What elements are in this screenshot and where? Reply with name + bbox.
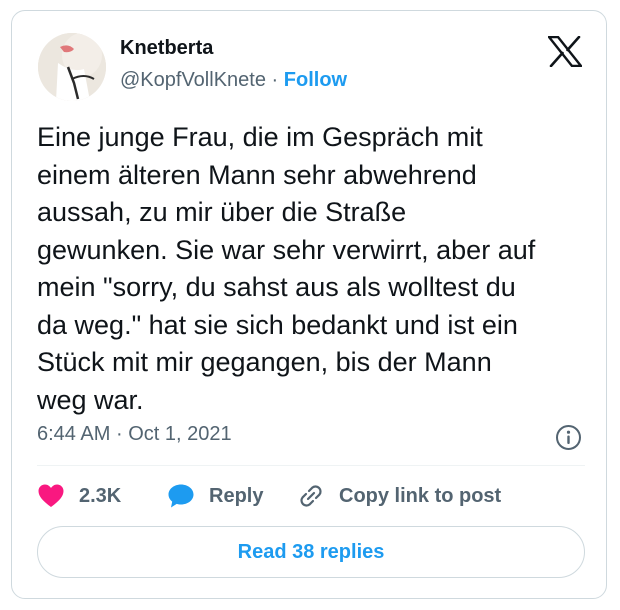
tweet-timestamp[interactable]: 6:44 AM · Oct 1, 2021	[37, 423, 232, 446]
tweet-time: 6:44 AM	[37, 423, 111, 445]
reply-button[interactable]: Reply	[167, 481, 263, 511]
heart-icon	[38, 484, 64, 507]
follow-button[interactable]: Follow	[284, 69, 347, 91]
avatar-image	[38, 33, 106, 101]
avatar[interactable]	[38, 33, 106, 101]
handle-separator: ·	[271, 69, 279, 91]
author-handle-row: @KopfVollKnete · Follow	[120, 69, 347, 92]
info-icon[interactable]	[555, 424, 582, 451]
like-count: 2.3K	[79, 484, 122, 507]
copy-link-label: Copy link to post	[339, 484, 502, 507]
author-handle[interactable]: @KopfVollKnete	[120, 69, 266, 91]
like-button[interactable]: 2.3K	[37, 481, 121, 511]
x-logo-icon[interactable]	[548, 36, 582, 67]
speech-bubble-icon	[168, 484, 194, 508]
tweet-text: Eine junge Frau, die im Gespräch mit ein…	[37, 122, 536, 415]
copy-link-button[interactable]: Copy link to post	[297, 481, 501, 511]
read-replies-label: Read 38 replies	[237, 540, 385, 563]
tweet-date: Oct 1, 2021	[128, 423, 232, 445]
timestamp-separator: ·	[115, 423, 123, 445]
read-replies-button[interactable]: Read 38 replies	[37, 526, 585, 578]
author-name[interactable]: Knetberta	[120, 37, 213, 60]
divider	[37, 465, 585, 466]
reply-label: Reply	[209, 484, 264, 507]
link-icon	[300, 485, 322, 507]
tweet-card: Knetberta @KopfVollKnete · Follow Eine j…	[11, 10, 607, 599]
